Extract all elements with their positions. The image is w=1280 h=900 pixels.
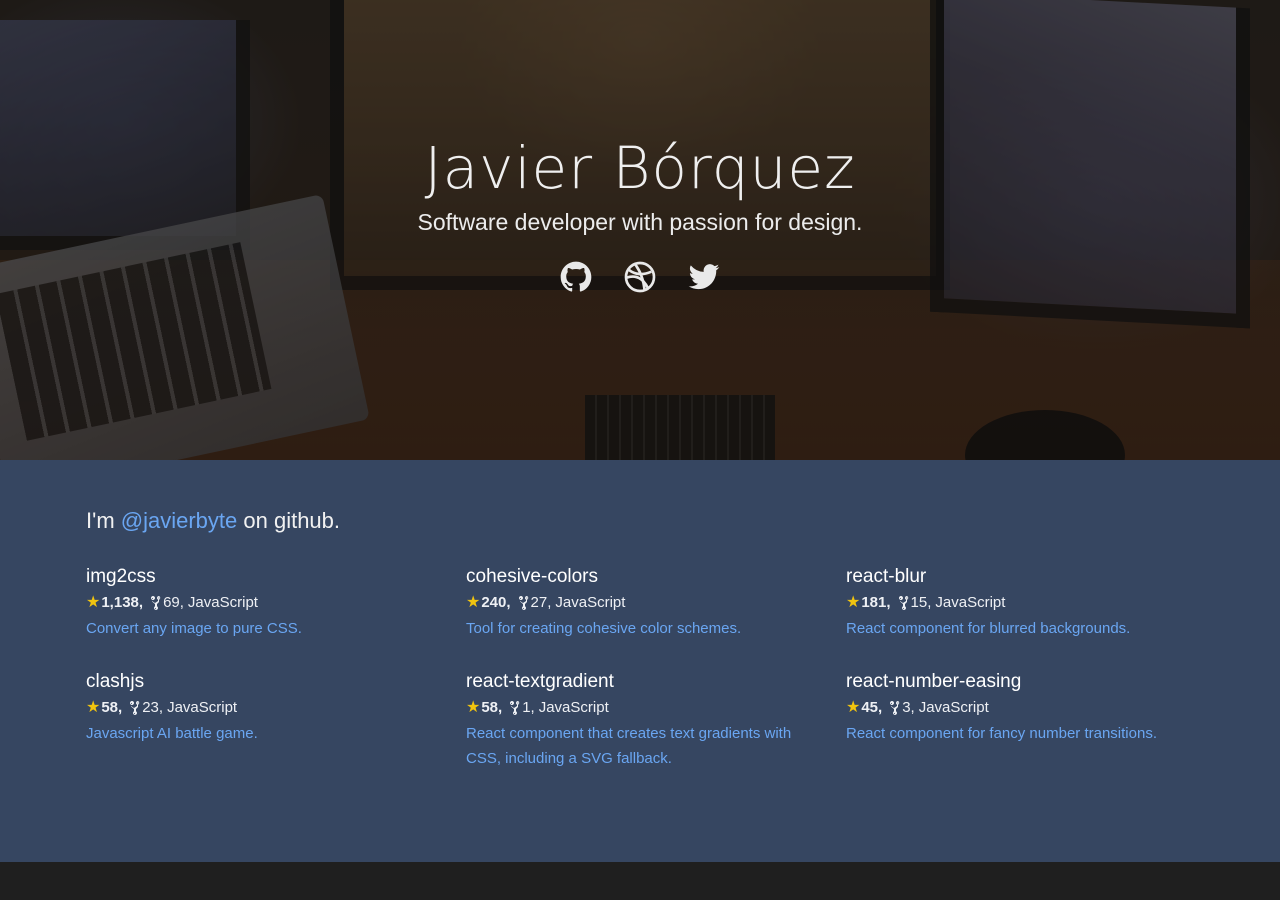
footer bbox=[0, 862, 1280, 900]
dribbble-icon bbox=[624, 261, 656, 293]
repo-name-link[interactable]: react-blur bbox=[846, 566, 1206, 588]
repo-forks: 15, bbox=[910, 594, 932, 611]
repo-stats: ★ 240, 27, JavaScript bbox=[466, 593, 846, 613]
repo-forks: 69, bbox=[163, 594, 184, 611]
star-icon: ★ bbox=[86, 699, 101, 716]
repo-forks: 23, bbox=[142, 699, 164, 716]
repo-stats: ★ 1,138, 69, JavaScript bbox=[86, 593, 466, 613]
repo-language: JavaScript bbox=[187, 594, 258, 611]
repo-language: JavaScript bbox=[538, 699, 609, 716]
repo-description: React component that creates text gradie… bbox=[466, 725, 792, 767]
social-links bbox=[0, 261, 1280, 293]
github-icon bbox=[560, 261, 592, 292]
repo-forks: 1, bbox=[522, 699, 535, 716]
fork-icon bbox=[149, 595, 161, 611]
repo-card: cohesive-colors ★ 240, 27, JavaScript To… bbox=[466, 566, 846, 641]
repo-language: JavaScript bbox=[918, 699, 989, 716]
star-icon: ★ bbox=[86, 594, 101, 611]
repo-stars: 1,138, bbox=[101, 594, 144, 611]
repo-stars: 45, bbox=[861, 699, 883, 716]
github-handle-link[interactable]: @javierbyte bbox=[121, 508, 238, 533]
github-repos-section: I'm @javierbyte on github. img2css ★ 1,1… bbox=[0, 460, 1280, 862]
tagline: Software developer with passion for desi… bbox=[417, 209, 863, 235]
repo-name-link[interactable]: clashjs bbox=[86, 671, 466, 693]
repo-card: react-blur ★ 181, 15, JavaScript React c… bbox=[846, 566, 1206, 641]
repo-forks: 3, bbox=[902, 699, 915, 716]
page-title: Javier Bórquez bbox=[424, 134, 856, 202]
repo-name-link[interactable]: img2css bbox=[86, 566, 466, 588]
repo-stats: ★ 58, 23, JavaScript bbox=[86, 698, 466, 718]
twitter-link[interactable] bbox=[688, 261, 720, 293]
star-icon: ★ bbox=[846, 594, 861, 611]
repo-name-link[interactable]: cohesive-colors bbox=[466, 566, 846, 588]
hero-banner: Javier Bórquez Software developer with p… bbox=[0, 0, 1280, 460]
repo-language: JavaScript bbox=[555, 594, 626, 611]
fork-icon bbox=[897, 595, 909, 611]
twitter-icon bbox=[688, 264, 720, 290]
repo-description: React component for fancy number transit… bbox=[846, 725, 1157, 742]
repo-grid: img2css ★ 1,138, 69, JavaScript Convert … bbox=[86, 566, 1194, 771]
repo-stars: 58, bbox=[101, 699, 123, 716]
repo-description: Tool for creating cohesive color schemes… bbox=[466, 620, 742, 637]
intro-suffix: on github. bbox=[237, 508, 341, 533]
repo-description: Javascript AI battle game. bbox=[86, 725, 258, 742]
repo-card: react-number-easing ★ 45, 3, JavaScript … bbox=[846, 671, 1206, 771]
dribbble-link[interactable] bbox=[624, 261, 656, 293]
repo-card: react-textgradient ★ 58, 1, JavaScript R… bbox=[466, 671, 846, 771]
repo-stars: 181, bbox=[861, 594, 891, 611]
repo-forks: 27, bbox=[530, 594, 552, 611]
repo-card: clashjs ★ 58, 23, JavaScript Javascript … bbox=[86, 671, 466, 771]
fork-icon bbox=[517, 595, 529, 611]
github-link[interactable] bbox=[560, 261, 592, 293]
repo-stars: 58, bbox=[481, 699, 503, 716]
repo-card: img2css ★ 1,138, 69, JavaScript Convert … bbox=[86, 566, 466, 641]
repo-description: React component for blurred backgrounds. bbox=[846, 620, 1131, 637]
fork-icon bbox=[508, 700, 520, 716]
fork-icon bbox=[888, 700, 900, 716]
repo-stats: ★ 58, 1, JavaScript bbox=[466, 698, 846, 718]
repo-stats: ★ 45, 3, JavaScript bbox=[846, 698, 1206, 718]
repo-name-link[interactable]: react-textgradient bbox=[466, 671, 846, 693]
repo-language: JavaScript bbox=[167, 699, 238, 716]
repo-stars: 240, bbox=[481, 594, 511, 611]
repo-description: Convert any image to pure CSS. bbox=[86, 620, 302, 637]
intro-prefix: I'm bbox=[86, 508, 121, 533]
star-icon: ★ bbox=[466, 594, 481, 611]
star-icon: ★ bbox=[466, 699, 481, 716]
hero-content: Javier Bórquez Software developer with p… bbox=[0, 133, 1280, 293]
repo-language: JavaScript bbox=[935, 594, 1006, 611]
repo-stats: ★ 181, 15, JavaScript bbox=[846, 593, 1206, 613]
fork-icon bbox=[128, 700, 140, 716]
star-icon: ★ bbox=[846, 699, 861, 716]
repo-name-link[interactable]: react-number-easing bbox=[846, 671, 1206, 693]
github-intro: I'm @javierbyte on github. bbox=[86, 508, 1194, 534]
